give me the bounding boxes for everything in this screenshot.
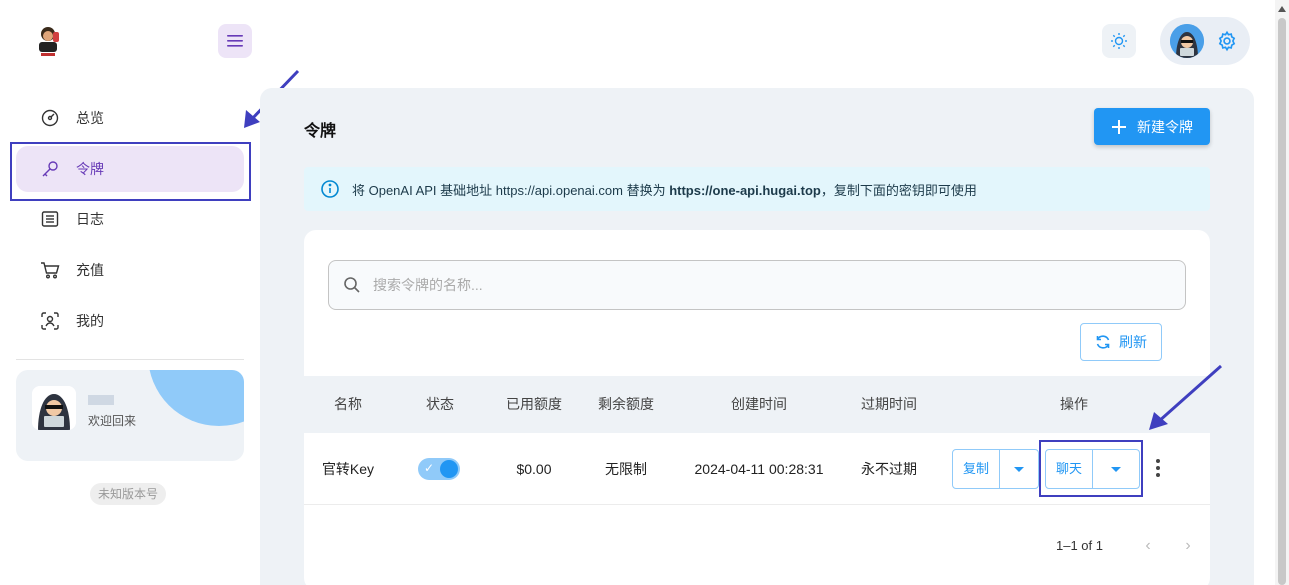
- info-alert: 将 OpenAI API 基础地址 https://api.openai.com…: [304, 167, 1210, 211]
- cart-icon: [40, 260, 60, 280]
- token-remaining: 无限制: [605, 461, 647, 477]
- page-scrollbar[interactable]: [1275, 0, 1289, 585]
- sidebar-item-logs[interactable]: 日志: [16, 196, 244, 242]
- dashboard-icon: [40, 108, 60, 128]
- refresh-icon: [1096, 335, 1110, 349]
- sidebar-item-label: 充值: [76, 262, 104, 278]
- new-token-label: 新建令牌: [1137, 118, 1193, 135]
- toggle-knob: [440, 460, 458, 478]
- username-placeholder: [88, 395, 114, 405]
- col-created-header[interactable]: 创建时间: [704, 376, 814, 433]
- col-expires-header[interactable]: 过期时间: [844, 376, 934, 433]
- next-page-button[interactable]: ›: [1180, 538, 1196, 554]
- user-card: 欢迎回来: [16, 370, 244, 461]
- copy-button[interactable]: 复制: [953, 450, 1001, 488]
- sun-icon: [1111, 33, 1127, 49]
- col-status-header[interactable]: 状态: [408, 376, 472, 433]
- decorative-circle: [148, 370, 244, 426]
- search-input[interactable]: [373, 277, 1073, 293]
- more-actions-button[interactable]: [1150, 456, 1166, 480]
- sidebar-item-topup[interactable]: 充值: [16, 247, 244, 293]
- sidebar-item-label: 日志: [76, 211, 104, 227]
- info-url: https://one-api.hugai.top: [669, 182, 821, 198]
- col-remaining-header[interactable]: 剩余额度: [586, 376, 666, 433]
- dot: [1156, 459, 1160, 463]
- menu-toggle-button[interactable]: [218, 24, 252, 58]
- token-created: 2024-04-11 00:28:31: [694, 461, 824, 477]
- refresh-label: 刷新: [1119, 334, 1147, 350]
- new-token-button[interactable]: 新建令牌: [1094, 108, 1210, 145]
- col-used-header[interactable]: 已用额度: [494, 376, 574, 433]
- check-icon: ✓: [424, 461, 435, 475]
- scroll-up-arrow[interactable]: [1278, 6, 1286, 12]
- gear-icon: [1218, 30, 1236, 52]
- annotation-box-tokens: [10, 142, 251, 201]
- annotation-arrow-chat: [1149, 364, 1222, 430]
- welcome-text: 欢迎回来: [88, 414, 137, 428]
- col-actions-header: 操作: [1060, 396, 1088, 412]
- sidebar-divider: [16, 359, 244, 360]
- info-text: 将 OpenAI API 基础地址 https://api.openai.com…: [352, 182, 977, 198]
- token-expires: 永不过期: [861, 461, 917, 477]
- user-avatar: [32, 386, 76, 430]
- avatar: [1170, 24, 1204, 58]
- search-icon: [344, 277, 360, 293]
- sidebar-item-overview[interactable]: 总览: [16, 95, 244, 141]
- annotation-box-chat: [1039, 440, 1143, 497]
- sidebar-item-profile[interactable]: 我的: [16, 298, 244, 344]
- sidebar-item-label: 总览: [76, 110, 104, 126]
- refresh-button[interactable]: 刷新: [1080, 323, 1162, 361]
- prev-page-button[interactable]: ‹: [1140, 538, 1156, 554]
- pagination-range: 1–1 of 1: [1056, 538, 1103, 553]
- sidebar-item-label: 我的: [76, 313, 104, 329]
- app-logo[interactable]: [30, 22, 66, 58]
- copy-split-button: 复制: [952, 449, 1040, 489]
- page-title: 令牌: [304, 123, 337, 140]
- article-icon: [40, 209, 60, 229]
- caret-down-icon: [1014, 466, 1025, 472]
- token-used: $0.00: [516, 461, 552, 477]
- token-name: 官转Key: [321, 461, 375, 477]
- theme-toggle-button[interactable]: [1102, 24, 1136, 58]
- menu-icon: [227, 35, 243, 47]
- plus-icon: [1112, 119, 1126, 134]
- col-name-header[interactable]: 名称: [314, 376, 382, 433]
- info-icon: [321, 180, 339, 198]
- dot: [1156, 473, 1160, 477]
- scrollbar-thumb[interactable]: [1278, 18, 1286, 585]
- user-scan-icon: [40, 311, 60, 331]
- version-chip: 未知版本号: [90, 483, 167, 505]
- table-header: 名称 状态 已用额度 剩余额度 创建时间 过期时间 操作: [304, 376, 1210, 433]
- status-toggle[interactable]: ✓: [418, 458, 460, 480]
- profile-menu-button[interactable]: [1160, 17, 1250, 65]
- dot: [1156, 466, 1160, 470]
- search-box[interactable]: [328, 260, 1186, 310]
- copy-dropdown-button[interactable]: [1000, 450, 1038, 488]
